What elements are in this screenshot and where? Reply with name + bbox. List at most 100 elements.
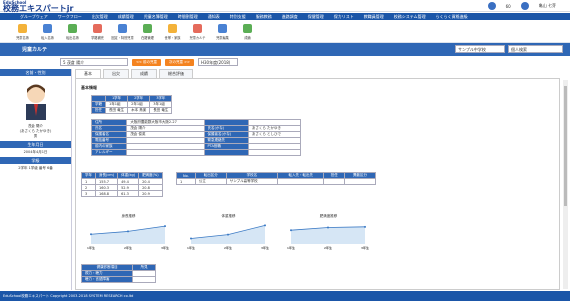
chart-point <box>290 229 292 232</box>
chart-point <box>127 230 129 233</box>
icon-tool[interactable]: 在籍管理 <box>135 24 160 40</box>
icon-toolbar: 児童名簿 転入名簿 転出名簿 学籍補完 固定・特別児童 在籍管理 世帯・家族 児童カルテ 児童編… <box>0 20 570 43</box>
chart-point <box>364 225 366 228</box>
tool-icon <box>93 24 102 33</box>
class-info: 2学年 1学級 番号 6番 <box>18 166 53 170</box>
search-select[interactable]: 個人検索 <box>508 45 563 53</box>
user-icon[interactable] <box>520 2 529 10</box>
nav-item[interactable]: 出欠管理 <box>92 14 108 20</box>
nav-item[interactable]: ワークフロー <box>58 14 82 20</box>
icon-tool-label: 転入名簿 <box>41 36 54 40</box>
student-toolbar: 5 茂倉 陽介 << 前の児童 次の児童 >> H30年度(2018) <box>0 57 570 67</box>
nav-item[interactable]: 服務教務 <box>256 14 272 20</box>
birth-label: 生年月日 <box>0 141 71 148</box>
table-cell <box>277 178 325 185</box>
chart-point <box>227 233 229 236</box>
table-cell: サンプル高等学校 <box>225 178 279 185</box>
chart-tick-label: 2年生 <box>224 245 232 250</box>
table-cell <box>247 149 302 156</box>
prev-student-button[interactable]: << 前の児童 <box>132 58 161 66</box>
icon-tool[interactable]: 転出名簿 <box>60 24 85 40</box>
table-row: 3 168.8 61.3 20.9 <box>81 190 163 197</box>
icon-tool[interactable]: 児童編集 <box>210 24 235 40</box>
tool-icon <box>243 24 252 33</box>
info-table: 住所 大阪府豊能郡大阪市大阪2-27 氏名 茂倉 陽介 氏名(かな) あさくら たかゆき保… <box>90 119 302 156</box>
table-cell: 168.8 <box>94 190 119 197</box>
icon-tool[interactable]: 世帯・家族 <box>160 24 185 40</box>
table-cell: 担任 <box>91 107 106 114</box>
chart-point <box>164 225 166 228</box>
chart-svg: 1年生 2年生 3年生 <box>287 225 369 250</box>
table-cell: 聴力・言語障害 <box>80 276 134 283</box>
nav-item[interactable]: 特別支援 <box>230 14 246 20</box>
year-select[interactable]: H30年度(2018) <box>197 58 238 66</box>
icon-tool[interactable]: 固定・特別児童 <box>110 24 135 40</box>
footer: EduSchool校務エキスパート Copyright 2003-2018 SY… <box>0 291 570 301</box>
tool-icon <box>43 24 52 33</box>
table-cell: 61.3 <box>117 190 140 197</box>
chart-point <box>90 233 92 236</box>
chart-svg: 1年生 2年生 3年生 <box>187 224 269 250</box>
section-title: 基本情報 <box>81 85 97 90</box>
brand-name: 校務エキスパートjr <box>3 4 74 13</box>
next-student-button[interactable]: 次の児童 >> <box>164 58 194 66</box>
icon-tool-label: 在籍管理 <box>141 36 154 40</box>
nav-item[interactable]: グループウェア <box>20 14 48 20</box>
nav-item[interactable]: 時間割管理 <box>178 14 198 20</box>
icon-tool-label: 固定・特別児童 <box>111 36 134 40</box>
nav-item[interactable]: 通知表 <box>208 14 220 20</box>
chart: 肥満度推移 1年生 2年生 3年生 <box>286 214 371 252</box>
student-select[interactable]: 5 茂倉 陽介 <box>60 58 128 66</box>
chart-svg: 1年生 2年生 3年生 <box>87 225 169 250</box>
icon-tool[interactable]: 転入名簿 <box>35 24 60 40</box>
chart-tick-label: 1年生 <box>287 245 295 250</box>
icon-tool[interactable]: 学籍補完 <box>85 24 110 40</box>
icon-tool-label: 世帯・家族 <box>164 36 181 40</box>
icon-tool[interactable]: 児童名簿 <box>10 24 35 40</box>
nav-item[interactable]: 児童名簿管理 <box>144 14 168 20</box>
table-cell: 公立 <box>194 178 227 185</box>
nav-item[interactable]: 教職員管理 <box>364 14 384 20</box>
chart-title: 肥満度推移 <box>319 214 338 218</box>
tool-icon <box>193 24 202 33</box>
table-cell: 木本 鳥楽 <box>127 107 151 114</box>
page-title: 児童カルテ <box>22 47 48 53</box>
page-header: 児童カルテ サンプル中学校 個人検索 <box>0 43 570 56</box>
icon-tool-label: 児童編集 <box>216 36 229 40</box>
notification-icon[interactable] <box>487 2 496 10</box>
school-select[interactable]: サンプル中学校 <box>455 45 505 53</box>
icon-tool[interactable]: 児童カルテ <box>185 24 210 40</box>
icon-tool[interactable]: 成績 <box>235 24 260 40</box>
tool-icon <box>168 24 177 33</box>
app-logo[interactable]: EduSchool 校務エキスパートjr <box>3 1 73 13</box>
icon-tool-label: 転出名簿 <box>66 36 79 40</box>
notification-count: 60 <box>505 3 511 9</box>
table-cell <box>344 178 376 185</box>
table-cell: 長田 竜生 <box>104 107 129 114</box>
table-cell <box>126 149 205 156</box>
chart-area <box>91 226 165 244</box>
nav-item[interactable]: 保カリスト <box>334 14 354 20</box>
scrollbar[interactable] <box>563 80 568 289</box>
grade-table: 1学年 2学年 3学年 学籍 1年1組 2年1組 3年1組 担任 長田 竜生 木本 鳥楽 長田 竜生 <box>91 95 173 114</box>
birth-date: 2004年4月1日 <box>23 150 48 154</box>
scroll-thumb[interactable] <box>564 86 567 206</box>
table-cell <box>132 276 156 283</box>
student-avatar <box>17 80 55 120</box>
measure-table: 学年 身長(cm) 体重(kg) 肥満度(%) 1 155.7 49.4 20.4 2 160.3… <box>81 172 163 197</box>
nav-item[interactable]: 校務システム管理 <box>394 14 426 20</box>
table-cell <box>323 178 346 185</box>
nav-item[interactable]: 進路調査 <box>282 14 298 20</box>
chart-tick-label: 1年生 <box>87 245 95 250</box>
table-row: 担任 長田 竜生 木本 鳥楽 長田 竜生 <box>91 107 173 114</box>
nav-item[interactable]: 保健管理 <box>308 14 324 20</box>
user-name[interactable]: 亀山 七芽 <box>539 3 556 9</box>
table-cell: 長田 竜生 <box>149 107 173 114</box>
nav-item[interactable]: らくらく資格進級 <box>436 14 468 20</box>
icon-tool-label: 成績 <box>244 36 251 40</box>
table-cell: アレルギー <box>90 149 128 156</box>
nav-item[interactable]: 成績管理 <box>118 14 134 20</box>
tool-icon <box>68 24 77 33</box>
table-row: アレルギー <box>90 149 302 156</box>
chart-point <box>264 224 266 227</box>
